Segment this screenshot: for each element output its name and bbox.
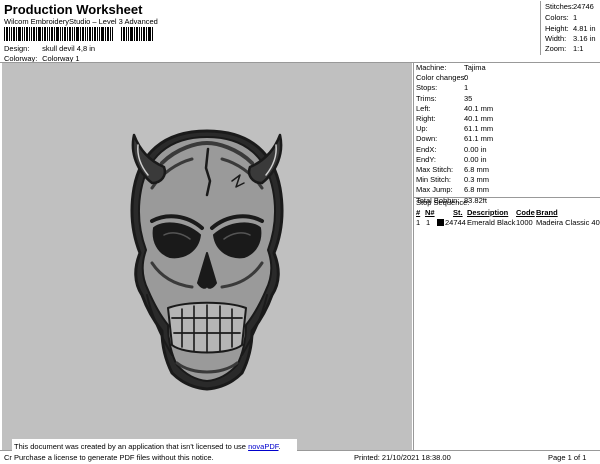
height-row: Height: 4.81 in bbox=[545, 24, 596, 33]
property-label: EndX: bbox=[416, 144, 437, 154]
property-value: 0.00 in bbox=[464, 154, 487, 164]
property-row: Max Jump: 6.8 mm bbox=[416, 185, 489, 194]
col-num: # bbox=[416, 208, 421, 217]
property-value: 61.1 mm bbox=[464, 134, 494, 144]
width-value: 3.16 in bbox=[573, 34, 596, 43]
stitches-value: 24746 bbox=[573, 2, 594, 11]
zoom-row: Zoom: 1:1 bbox=[545, 44, 584, 53]
property-row: Color changes:0 bbox=[416, 73, 468, 82]
row-n-num: 1 bbox=[426, 218, 431, 227]
property-row: EndY: 0.00 in bbox=[416, 155, 487, 164]
license-notice: This document was created by an applicat… bbox=[12, 439, 297, 462]
row-st: 24744 bbox=[445, 218, 466, 227]
height-value: 4.81 in bbox=[573, 24, 596, 33]
page-number: Page 1 of 1 bbox=[548, 453, 587, 462]
property-label: Down: bbox=[416, 134, 438, 144]
stop-sequence-title: Stop Sequence: bbox=[416, 198, 470, 207]
thread-color-swatch bbox=[437, 219, 444, 226]
property-row: Min Stitch: 0.3 mm bbox=[416, 175, 489, 184]
property-row: Trims: 35 bbox=[416, 94, 472, 103]
stitches-row: Stitches:24746 bbox=[545, 2, 594, 11]
property-value: 6.8 mm bbox=[464, 185, 490, 195]
property-value: 35 bbox=[464, 93, 473, 103]
colors-row: Colors: 1 bbox=[545, 13, 578, 22]
software-name: Wilcom EmbroideryStudio – Level 3 Advanc… bbox=[4, 17, 158, 26]
col-brand: Brand bbox=[536, 208, 558, 217]
property-label: Up: bbox=[416, 124, 428, 134]
design-value: skull devil 4,8 in bbox=[42, 44, 96, 53]
property-row: Down: 61.1 mm bbox=[416, 134, 493, 143]
property-row: Machine: Tajima bbox=[416, 63, 486, 72]
property-label: Stops: bbox=[416, 83, 438, 93]
property-label: Left: bbox=[416, 103, 431, 113]
skull-devil-artwork bbox=[130, 129, 284, 391]
printed-date: Printed: 21/10/2021 18:38.00 bbox=[354, 453, 451, 462]
barcode bbox=[4, 27, 153, 41]
design-label: Design: bbox=[4, 44, 30, 53]
property-value: 0.3 mm bbox=[464, 175, 490, 185]
property-label: Right: bbox=[416, 114, 436, 123]
property-row: EndX: 0.00 in bbox=[416, 145, 487, 154]
width-row: Width: 3.16 in bbox=[545, 34, 596, 43]
page-title: Production Worksheet bbox=[4, 2, 143, 17]
property-value: 0 bbox=[464, 73, 469, 83]
row-num: 1 bbox=[416, 218, 421, 227]
footer-left: Cr bbox=[4, 453, 12, 462]
panel-divider bbox=[413, 63, 414, 450]
novapdf-link[interactable]: novaPDF bbox=[248, 442, 278, 451]
property-value: 1 bbox=[464, 83, 469, 93]
property-row: Stops: 1 bbox=[416, 83, 468, 92]
property-value: 0.00 in bbox=[464, 144, 487, 154]
design-preview bbox=[2, 63, 412, 450]
property-value: 6.8 mm bbox=[464, 165, 490, 174]
row-description: Emerald Black bbox=[467, 218, 516, 227]
col-code: Code bbox=[516, 208, 535, 217]
property-label: Trims: bbox=[416, 93, 437, 103]
row-brand: Madeira Classic 40 bbox=[536, 218, 600, 227]
property-value: 40.1 mm bbox=[464, 114, 494, 123]
property-label: Max Stitch: bbox=[416, 165, 454, 174]
property-label: Min Stitch: bbox=[416, 175, 452, 185]
col-st: St. bbox=[453, 208, 463, 217]
property-label: Max Jump: bbox=[416, 185, 453, 195]
property-label: EndY: bbox=[416, 154, 437, 164]
col-n-num: N# bbox=[425, 208, 435, 217]
property-row: Left: 40.1 mm bbox=[416, 104, 493, 113]
summary-box: Stitches:24746 Colors: 1 Height: 4.81 in W… bbox=[540, 1, 598, 55]
property-value: 40.1 mm bbox=[464, 103, 494, 113]
property-label: Machine: bbox=[416, 63, 447, 72]
col-description: Description bbox=[467, 208, 509, 217]
property-row: Max Stitch: 6.8 mm bbox=[416, 165, 489, 174]
colors-value: 1 bbox=[573, 13, 578, 22]
property-row: Right: 40.1 mm bbox=[416, 114, 493, 123]
design-row: Design: skull devil 4,8 in bbox=[4, 44, 95, 53]
property-value: Tajima bbox=[464, 63, 486, 72]
property-row: Up: 61.1 mm bbox=[416, 124, 493, 133]
zoom-value: 1:1 bbox=[573, 44, 584, 53]
row-code: 1000 bbox=[516, 218, 533, 227]
property-value: 61.1 mm bbox=[464, 124, 494, 134]
property-label: Color changes: bbox=[416, 73, 467, 83]
